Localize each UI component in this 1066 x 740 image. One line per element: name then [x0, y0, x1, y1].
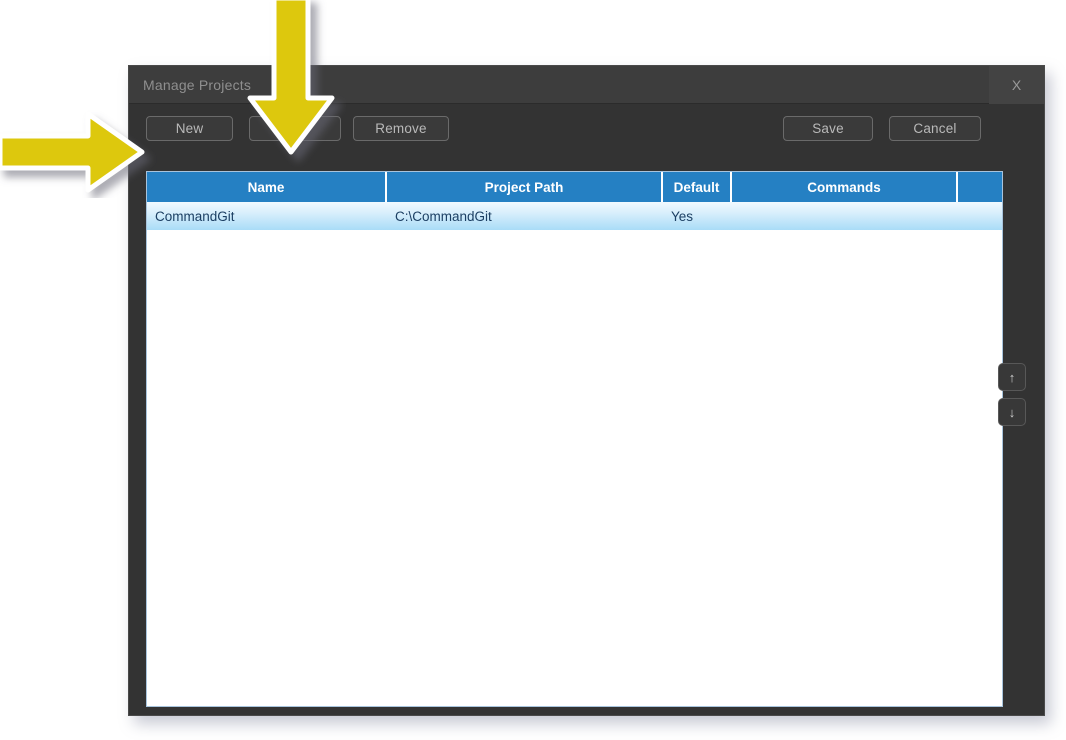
close-icon[interactable]: X [989, 66, 1044, 104]
column-header-default[interactable]: Default [663, 172, 732, 202]
arrow-up-icon[interactable]: ↑ [998, 363, 1026, 391]
remove-button[interactable]: Remove [353, 116, 449, 141]
cancel-button[interactable]: Cancel [889, 116, 981, 141]
column-header-extra[interactable] [958, 172, 1002, 202]
manage-projects-dialog: Manage Projects X New Edit Remove Save C… [128, 65, 1045, 716]
projects-table: Name Project Path Default Commands Comma… [146, 171, 1003, 707]
cell-project-path: C:\CommandGit [387, 202, 663, 230]
column-header-project-path[interactable]: Project Path [387, 172, 663, 202]
table-body: CommandGit C:\CommandGit Yes [147, 202, 1002, 230]
save-button[interactable]: Save [783, 116, 873, 141]
cell-commands [732, 202, 958, 230]
dialog-titlebar: Manage Projects X [129, 66, 1044, 104]
column-header-name[interactable]: Name [147, 172, 387, 202]
dialog-title: Manage Projects [143, 77, 251, 93]
column-header-commands[interactable]: Commands [732, 172, 958, 202]
cell-default: Yes [663, 202, 732, 230]
arrow-down-icon[interactable]: ↓ [998, 398, 1026, 426]
dialog-toolbar: New Edit Remove Save Cancel [129, 104, 1044, 151]
table-header-row: Name Project Path Default Commands [147, 172, 1002, 202]
cell-extra [958, 202, 1002, 230]
edit-button[interactable]: Edit [249, 116, 341, 141]
new-button[interactable]: New [146, 116, 233, 141]
table-row[interactable]: CommandGit C:\CommandGit Yes [147, 202, 1002, 230]
screen: Manage Projects X New Edit Remove Save C… [0, 0, 1066, 740]
cell-name: CommandGit [147, 202, 387, 230]
